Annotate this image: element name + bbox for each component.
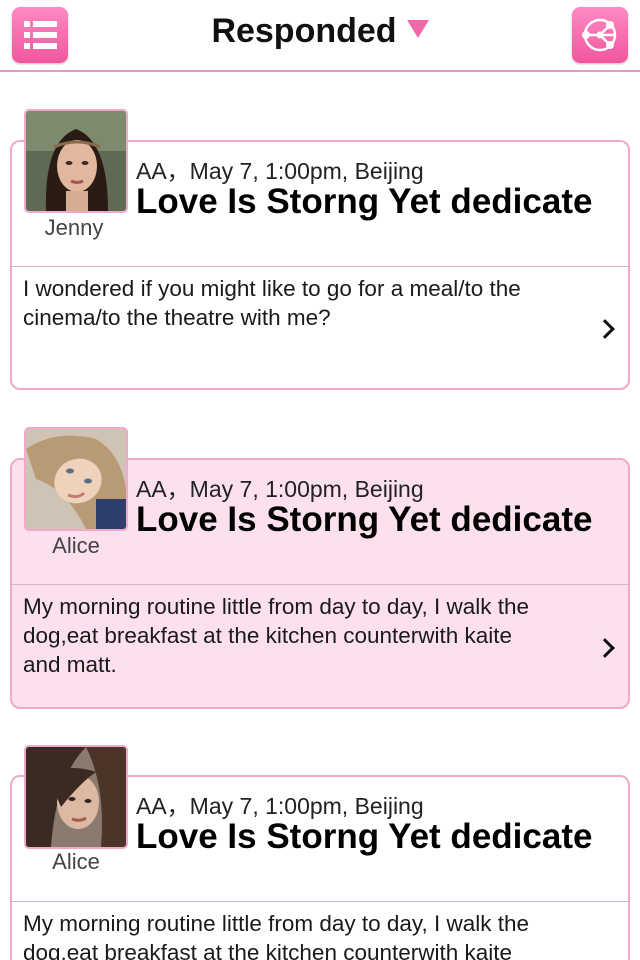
divider [12,266,628,267]
title-dropdown[interactable]: Responded [0,12,640,51]
chevron-right-icon[interactable] [595,319,615,339]
page-title: Responded [211,12,397,50]
chevron-right-icon[interactable] [595,638,615,658]
top-bar: Responded [0,0,640,72]
triangle-down-icon [406,20,429,38]
post-message-line: dog,eat breakfast at the kitchen counter… [23,623,513,648]
post-message: I wondered if you might like to go for a… [23,274,563,332]
user-name: Alice [52,533,100,558]
divider [12,901,628,902]
post-message: My morning routine little from day to da… [23,592,563,679]
user-name: Alice [52,849,100,874]
post-meta: AA，May 7, 1:00pm, Beijing [136,158,424,184]
post-headline: Love Is Storng Yet dedicate [136,182,593,221]
post-headline: Love Is Storng Yet dedicate [136,500,593,539]
avatar[interactable] [24,427,128,531]
share-button[interactable] [572,7,628,63]
avatar[interactable] [24,109,128,213]
post-meta: AA，May 7, 1:00pm, Beijing [136,476,424,502]
post-message: My morning routine little from day to da… [23,909,563,960]
avatar[interactable] [24,745,128,849]
post-message-line: My morning routine little from day to da… [23,594,530,619]
user-name: Jenny [44,215,104,240]
post-message-line: My morning routine little from day to da… [23,911,530,936]
post-message-line: dog,eat breakfast at the kitchen counter… [23,940,513,960]
post-message-line: cinema/to the theatre with me? [23,305,331,330]
divider [12,584,628,585]
post-message-line: and matt. [23,652,117,677]
post-meta: AA，May 7, 1:00pm, Beijing [136,793,424,819]
post-headline: Love Is Storng Yet dedicate [136,817,593,856]
share-network-icon [582,18,617,52]
post-message-line: I wondered if you might like to go for a… [23,276,521,301]
